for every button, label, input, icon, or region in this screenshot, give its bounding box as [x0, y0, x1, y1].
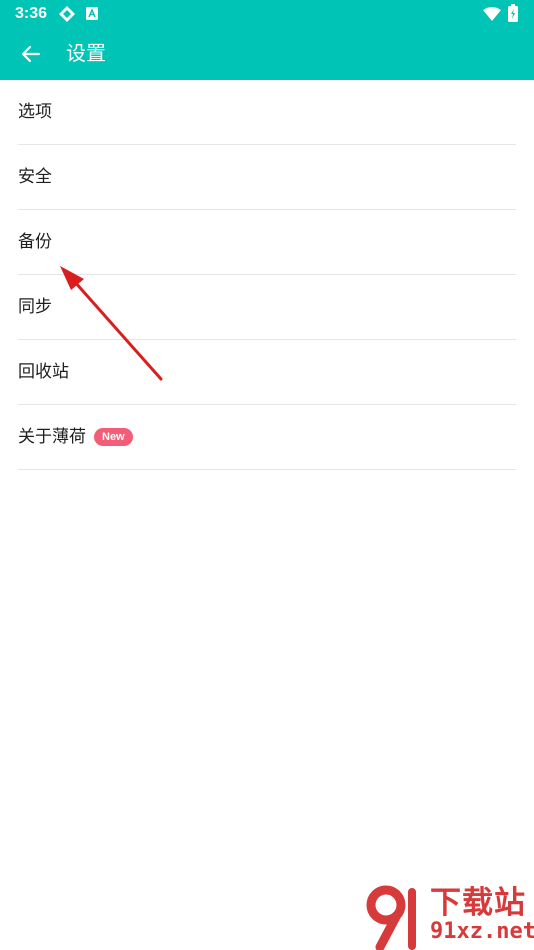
settings-item-label: 同步 — [18, 297, 52, 317]
status-time: 3:36 — [15, 5, 48, 22]
top-bar: 3:36 设置 — [0, 0, 534, 80]
watermark-url: 91xz.net — [430, 919, 534, 944]
sync-status-icon — [59, 6, 75, 22]
app-bar: 设置 — [0, 28, 534, 80]
site-watermark: 下载站 91xz.net — [364, 884, 534, 950]
wifi-icon — [483, 7, 501, 21]
settings-item-label: 选项 — [18, 102, 52, 122]
arrow-left-icon — [21, 45, 41, 63]
settings-item-backup[interactable]: 备份 — [18, 210, 516, 275]
settings-item-security[interactable]: 安全 — [18, 145, 516, 210]
settings-item-label: 回收站 — [18, 362, 69, 382]
battery-icon — [508, 4, 518, 22]
settings-item-about[interactable]: 关于薄荷 New — [18, 405, 516, 470]
watermark-title: 下载站 — [430, 885, 526, 921]
page-title: 设置 — [66, 41, 106, 65]
status-bar: 3:36 — [0, 0, 534, 28]
settings-item-label: 安全 — [18, 167, 52, 187]
notification-icon — [86, 7, 98, 20]
settings-item-label: 备份 — [18, 232, 52, 252]
settings-item-sync[interactable]: 同步 — [18, 275, 516, 340]
watermark-logo-icon — [366, 885, 416, 950]
new-badge: New — [94, 428, 133, 446]
settings-item-label: 关于薄荷 — [18, 427, 86, 447]
settings-item-recycle-bin[interactable]: 回收站 — [18, 340, 516, 405]
settings-item-options[interactable]: 选项 — [18, 80, 516, 145]
back-button[interactable] — [14, 37, 48, 71]
settings-list: 选项 安全 备份 同步 回收站 关于薄荷 New — [18, 80, 516, 470]
